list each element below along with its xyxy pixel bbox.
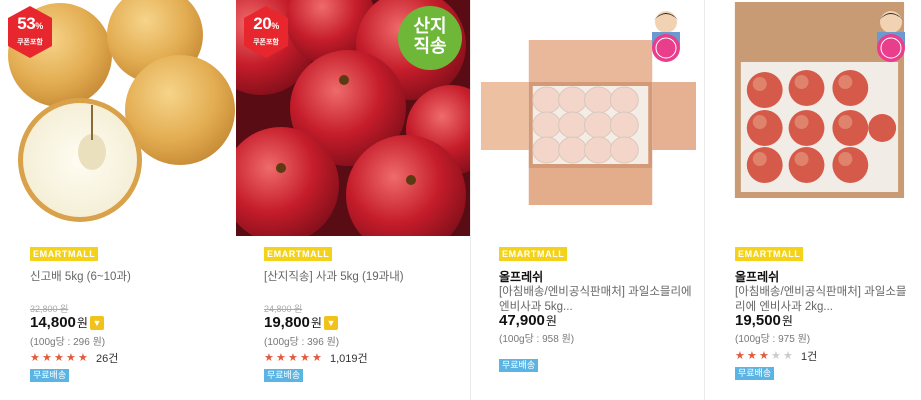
star-icon: ★ (78, 352, 88, 364)
sale-price: 14,800 원 ▼ (30, 314, 104, 331)
star-icon: ★ (264, 352, 274, 364)
seller-badge[interactable]: EMARTMALL (499, 247, 568, 261)
free-shipping-badge: 무료배송 (30, 369, 70, 382)
star-icon: ★ (276, 352, 286, 364)
unit-price: (100g당 : 975 원) (735, 334, 811, 345)
seller-badge[interactable]: EMARTMALL (30, 247, 99, 261)
brand-stamp-icon (636, 6, 696, 66)
chevron-down-icon[interactable]: ▼ (323, 315, 338, 330)
brand-stamp-icon (861, 6, 921, 66)
free-shipping-badge: 무료배송 (735, 367, 775, 380)
star-icon: ★ (300, 352, 310, 364)
sale-price: 19,800 원 ▼ (264, 314, 338, 331)
review-count: 1건 (801, 351, 818, 363)
sale-price: 47,900 원 (499, 312, 557, 329)
brand-name[interactable]: 올프레쉬 (735, 268, 911, 284)
star-icon: ★ (735, 350, 745, 362)
brand-name[interactable]: 올프레쉬 (499, 268, 694, 284)
star-icon: ★ (747, 350, 757, 362)
seller-badge[interactable]: EMARTMALL (735, 247, 804, 261)
star-rating: ★ ★ ★ ★ ★ (264, 352, 324, 364)
seller-badge[interactable]: EMARTMALL (264, 247, 333, 261)
star-icon: ★ (771, 350, 781, 362)
chevron-down-icon[interactable]: ▼ (89, 315, 104, 330)
product-card[interactable]: EMARTMALL 올프레쉬 [아침배송/엔비공식판매처] 과일소믈리에 엔비사… (470, 0, 704, 400)
rating[interactable]: ★ ★ ★ ★ ★ 1,019건 (264, 350, 368, 366)
review-count: 26건 (96, 353, 119, 365)
product-title[interactable]: 신고배 5kg (6~10과) (30, 270, 226, 285)
star-icon: ★ (54, 352, 64, 364)
product-card[interactable]: 20% 쿠폰포함 산지 직송 EMARTMALL [산지직송] 사과 5kg (1… (236, 0, 470, 400)
rating[interactable]: ★ ★ ★ ★ ★ 1건 (735, 348, 817, 364)
product-title[interactable]: [아침배송/엔비공식판매처] 과일소믈리에 엔비사과 5kg... (499, 285, 694, 315)
star-icon: ★ (30, 352, 40, 364)
rating[interactable]: ★ ★ ★ ★ ★ 26건 (30, 350, 118, 366)
free-shipping-badge: 무료배송 (499, 359, 539, 372)
star-rating: ★ ★ ★ ★ ★ (30, 352, 90, 364)
star-icon: ★ (42, 352, 52, 364)
product-card[interactable]: 53% 쿠폰포함 EMARTMALL 신고배 5kg (6~10과) 32,80… (0, 0, 236, 400)
product-title[interactable]: [아침배송/엔비공식판매처] 과일소믈리에 엔비사과 2kg... (735, 285, 911, 315)
star-icon: ★ (312, 352, 322, 364)
star-icon: ★ (66, 352, 76, 364)
discount-badge: 20% 쿠폰포함 (242, 6, 290, 58)
sale-price: 19,500 원 (735, 312, 793, 329)
star-icon: ★ (759, 350, 769, 362)
free-shipping-badge: 무료배송 (264, 369, 304, 382)
product-grid: 53% 쿠폰포함 EMARTMALL 신고배 5kg (6~10과) 32,80… (0, 0, 921, 400)
star-rating: ★ ★ ★ ★ ★ (735, 350, 795, 362)
review-count: 1,019건 (330, 353, 368, 365)
star-icon: ★ (783, 350, 793, 362)
origin-direct-label: 산지 직송 (398, 6, 462, 70)
discount-badge: 53% 쿠폰포함 (6, 6, 54, 58)
unit-price: (100g당 : 296 원) (30, 337, 106, 348)
star-icon: ★ (288, 352, 298, 364)
unit-price: (100g당 : 396 원) (264, 337, 340, 348)
product-card[interactable]: EMARTMALL 올프레쉬 [아침배송/엔비공식판매처] 과일소믈리에 엔비사… (704, 0, 921, 400)
product-title[interactable]: [산지직송] 사과 5kg (19과내) (264, 270, 460, 285)
unit-price: (100g당 : 958 원) (499, 334, 575, 345)
